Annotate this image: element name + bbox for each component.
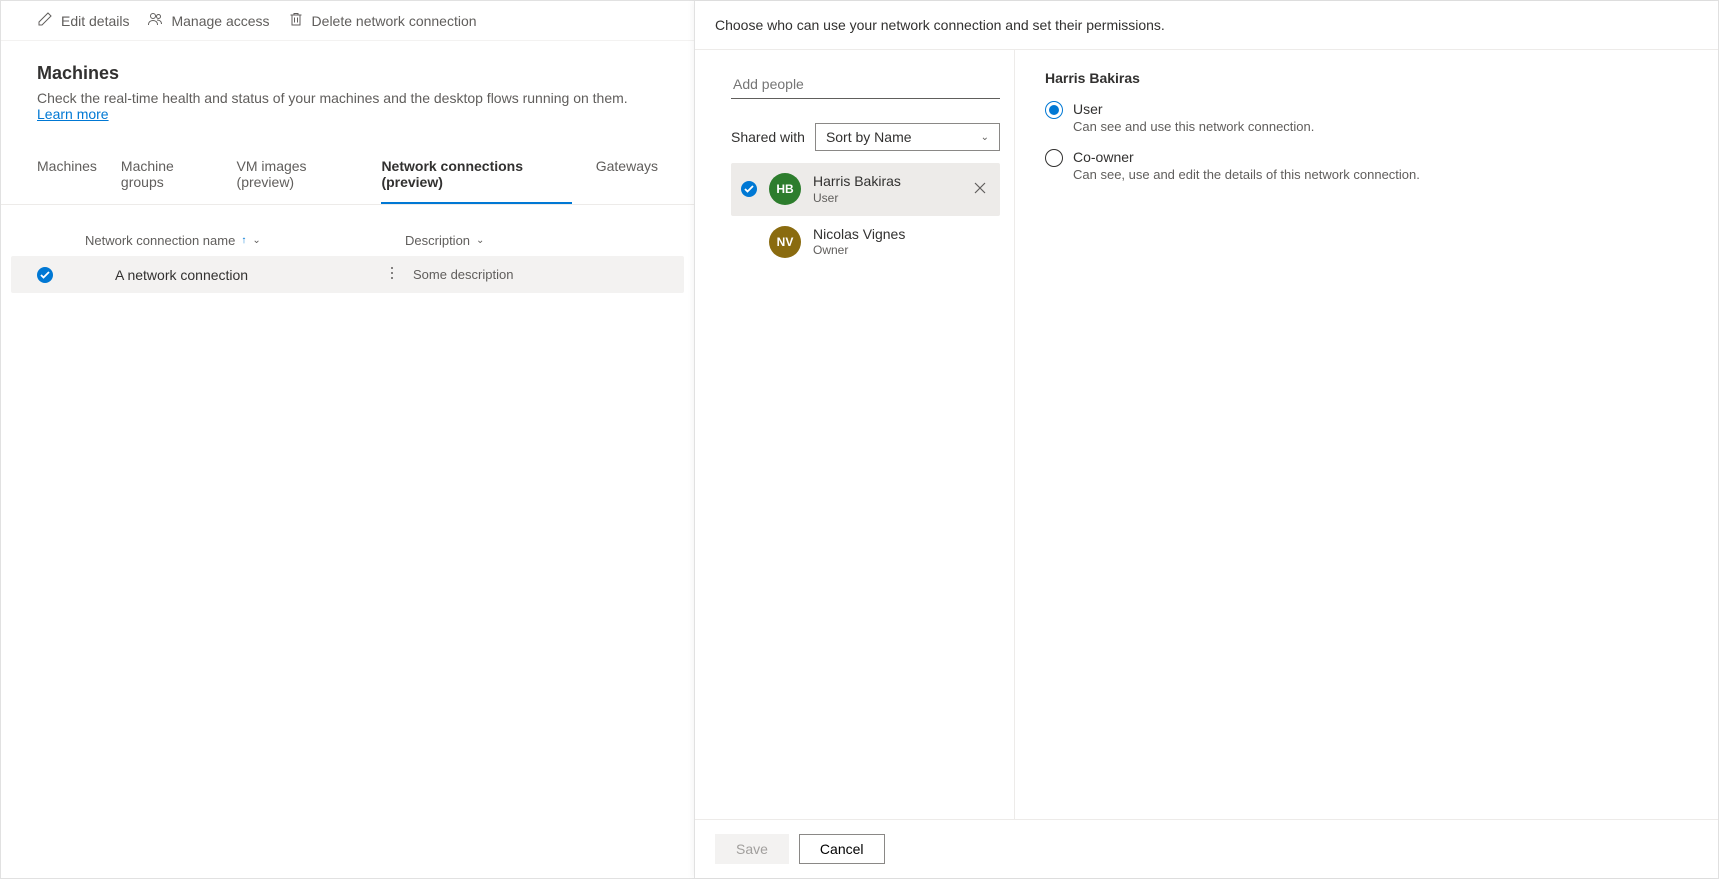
person-role: Owner xyxy=(813,243,990,258)
remove-person-button[interactable] xyxy=(970,177,990,201)
row-selected-check-icon[interactable] xyxy=(37,267,53,283)
person-name: Nicolas Vignes xyxy=(813,226,990,244)
delete-connection-button[interactable]: Delete network connection xyxy=(288,11,477,30)
row-more-menu[interactable] xyxy=(385,266,413,283)
permissions-column: Harris Bakiras User Can see and use this… xyxy=(1015,50,1718,819)
column-description[interactable]: Description ⌄ xyxy=(385,233,658,248)
pencil-icon xyxy=(37,11,53,30)
edit-details-button[interactable]: Edit details xyxy=(37,11,129,30)
radio-icon xyxy=(1045,101,1063,119)
chevron-down-icon: ⌄ xyxy=(252,235,260,246)
people-column: Shared with Sort by Name ⌄ HB Harris Bak… xyxy=(695,50,1015,819)
table: Network connection name ↑ ⌄ Description … xyxy=(1,205,694,313)
sort-dropdown[interactable]: Sort by Name ⌄ xyxy=(815,123,1000,151)
avatar: HB xyxy=(769,173,801,205)
people-icon xyxy=(147,11,163,30)
page-title: Machines xyxy=(37,63,658,84)
chevron-down-icon: ⌄ xyxy=(981,132,989,143)
column-name[interactable]: Network connection name ↑ ⌄ xyxy=(85,233,385,248)
person-check-placeholder xyxy=(741,234,757,250)
add-people-input[interactable] xyxy=(731,70,1000,99)
page-header: Machines Check the real-time health and … xyxy=(1,41,694,144)
shared-with-label: Shared with xyxy=(731,129,805,145)
manage-access-button[interactable]: Manage access xyxy=(147,11,269,30)
tab-machine-groups[interactable]: Machine groups xyxy=(121,144,213,204)
avatar: NV xyxy=(769,226,801,258)
page-subtitle: Check the real-time health and status of… xyxy=(37,90,658,122)
chevron-down-icon: ⌄ xyxy=(476,235,484,246)
tab-vm-images[interactable]: VM images (preview) xyxy=(237,144,358,204)
permission-option-coowner[interactable]: Co-owner Can see, use and edit the detai… xyxy=(1045,148,1688,182)
panel-header: Choose who can use your network connecti… xyxy=(695,1,1718,49)
tab-gateways[interactable]: Gateways xyxy=(596,144,658,204)
table-row[interactable]: A network connection Some description xyxy=(11,256,684,293)
sort-ascending-icon: ↑ xyxy=(241,235,246,246)
tab-network-connections[interactable]: Network connections (preview) xyxy=(381,144,571,204)
person-item[interactable]: HB Harris Bakiras User xyxy=(731,163,1000,216)
permissions-title: Harris Bakiras xyxy=(1045,70,1688,86)
permission-option-user[interactable]: User Can see and use this network connec… xyxy=(1045,100,1688,134)
panel-footer: Save Cancel xyxy=(695,819,1718,878)
command-bar: Edit details Manage access Delete networ… xyxy=(1,1,694,41)
row-name: A network connection xyxy=(85,267,385,283)
person-selected-check-icon xyxy=(741,181,757,197)
radio-icon xyxy=(1045,149,1063,167)
row-description: Some description xyxy=(413,267,658,282)
trash-icon xyxy=(288,11,304,30)
main-content: Edit details Manage access Delete networ… xyxy=(1,1,694,878)
person-item[interactable]: NV Nicolas Vignes Owner xyxy=(731,216,1000,269)
people-list: HB Harris Bakiras User NV Nicol xyxy=(731,163,1000,268)
save-button[interactable]: Save xyxy=(715,834,789,864)
tabs: Machines Machine groups VM images (previ… xyxy=(1,144,694,205)
cancel-button[interactable]: Cancel xyxy=(799,834,885,864)
cmd-label: Delete network connection xyxy=(312,13,477,29)
cmd-label: Manage access xyxy=(171,13,269,29)
person-role: User xyxy=(813,191,958,206)
cmd-label: Edit details xyxy=(61,13,129,29)
person-name: Harris Bakiras xyxy=(813,173,958,191)
share-panel: Choose who can use your network connecti… xyxy=(694,1,1718,878)
tab-machines[interactable]: Machines xyxy=(37,144,97,204)
learn-more-link[interactable]: Learn more xyxy=(37,106,109,122)
table-header: Network connection name ↑ ⌄ Description … xyxy=(11,225,684,256)
